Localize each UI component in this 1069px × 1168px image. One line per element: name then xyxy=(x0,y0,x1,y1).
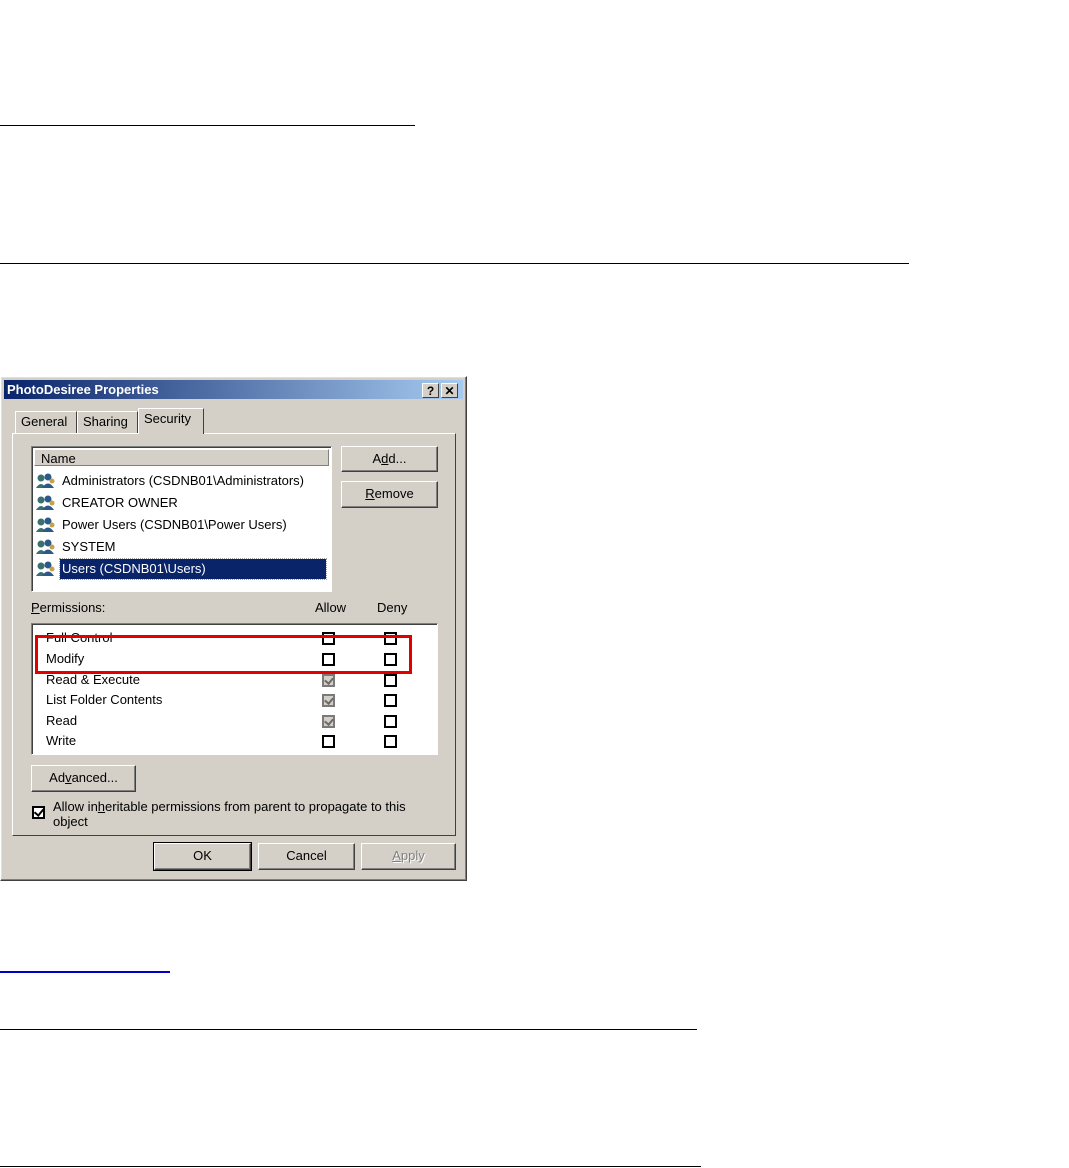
user-group-icon xyxy=(36,517,56,533)
divider-line-1 xyxy=(0,125,415,126)
write-allow-checkbox[interactable] xyxy=(322,735,335,748)
tab-security-label: Security xyxy=(144,411,191,426)
cancel-button-label: Cancel xyxy=(286,848,327,863)
list-item-label: Power Users (CSDNB01\Power Users) xyxy=(62,517,287,532)
permission-row-write: Write xyxy=(46,731,76,751)
read-execute-allow-checkbox[interactable] xyxy=(322,674,335,687)
tab-general-label: General xyxy=(21,414,68,429)
list-item[interactable]: SYSTEM xyxy=(36,537,117,557)
allow-column-header: Allow xyxy=(315,600,347,615)
list-item-label: SYSTEM xyxy=(62,539,116,554)
tab-security[interactable]: Security xyxy=(138,408,204,434)
user-group-icon xyxy=(36,561,56,577)
inherit-label-part2: eritable permissions from parent to prop… xyxy=(105,799,406,814)
permission-name: Read & Execute xyxy=(46,672,140,687)
remove-button[interactable]: Remove xyxy=(341,481,438,508)
list-item-label: Administrators (CSDNB01\Administrators) xyxy=(62,473,305,488)
help-button[interactable]: ? xyxy=(422,383,439,398)
list-item[interactable]: Administrators (CSDNB01\Administrators) xyxy=(36,471,306,491)
permissions-label-rest: ermissions: xyxy=(39,600,106,615)
list-folder-contents-deny-checkbox[interactable] xyxy=(384,694,397,707)
divider-line-4 xyxy=(0,1166,701,1167)
tab-sharing-label: Sharing xyxy=(83,414,128,429)
red-highlight-box xyxy=(35,635,412,674)
apply-button-accel: A xyxy=(392,848,401,863)
list-item-selected[interactable]: Users (CSDNB01\Users) xyxy=(36,558,327,580)
permissions-label-accel: P xyxy=(31,600,40,615)
dialog-title: PhotoDesiree Properties xyxy=(7,382,159,397)
list-item[interactable]: Power Users (CSDNB01\Power Users) xyxy=(36,515,289,535)
help-icon: ? xyxy=(426,384,435,398)
add-button[interactable]: Add... xyxy=(341,446,438,472)
read-execute-deny-checkbox[interactable] xyxy=(384,674,397,687)
close-icon: ✕ xyxy=(444,384,455,398)
user-group-icon xyxy=(36,495,56,511)
deny-column-header: Deny xyxy=(377,600,408,615)
ok-button[interactable]: OK xyxy=(153,842,252,871)
user-group-icon xyxy=(36,473,56,489)
read-deny-checkbox[interactable] xyxy=(384,715,397,728)
add-button-label: A xyxy=(372,451,382,466)
divider-line-2 xyxy=(0,263,909,264)
divider-line-3 xyxy=(0,1029,697,1030)
apply-button-label-rest: pply xyxy=(400,848,425,863)
dialog-titlebar[interactable]: PhotoDesiree Properties ? ✕ xyxy=(4,380,463,399)
advanced-button-label: Ad xyxy=(49,770,66,785)
list-folder-contents-allow-checkbox[interactable] xyxy=(322,694,335,707)
permission-name: Read xyxy=(46,713,78,728)
advanced-button-label-rest: anced... xyxy=(71,770,118,785)
add-button-label-rest: d... xyxy=(388,451,407,466)
close-button[interactable]: ✕ xyxy=(441,383,458,398)
inherit-permissions-label: Allow inheritable permissions from paren… xyxy=(53,799,406,829)
name-column-label: Name xyxy=(41,451,76,466)
remove-button-label-rest: emove xyxy=(374,486,414,501)
ok-button-label: OK xyxy=(193,848,212,863)
name-column-header[interactable]: Name xyxy=(34,449,329,466)
tab-sharing[interactable]: Sharing xyxy=(77,411,138,433)
inherit-permissions-checkbox[interactable] xyxy=(32,806,45,819)
cancel-button[interactable]: Cancel xyxy=(258,843,355,870)
list-item-label: CREATOR OWNER xyxy=(62,495,178,510)
inherit-label-line2: object xyxy=(53,814,88,829)
tab-general[interactable]: General xyxy=(15,411,77,433)
advanced-button[interactable]: Advanced... xyxy=(31,765,136,792)
users-list[interactable]: Name Administrators (CSDNB01\Administrat… xyxy=(31,446,332,592)
permission-row-read: Read xyxy=(46,711,77,731)
link-underline[interactable] xyxy=(0,971,170,973)
permission-name: List Folder Contents xyxy=(46,692,163,707)
permission-row-list-folder-contents: List Folder Contents xyxy=(46,690,162,710)
write-deny-checkbox[interactable] xyxy=(384,735,397,748)
list-item-label: Users (CSDNB01\Users) xyxy=(59,558,327,580)
permissions-label: Permissions: xyxy=(31,600,105,615)
inherit-label-part1: Allow in xyxy=(53,799,98,814)
read-allow-checkbox[interactable] xyxy=(322,715,335,728)
apply-button[interactable]: Apply xyxy=(361,843,456,870)
user-group-icon xyxy=(36,539,56,555)
remove-button-accel: R xyxy=(365,486,375,501)
list-item[interactable]: CREATOR OWNER xyxy=(36,493,180,513)
inherit-label-accel: h xyxy=(97,799,106,814)
permission-name: Write xyxy=(46,733,77,748)
